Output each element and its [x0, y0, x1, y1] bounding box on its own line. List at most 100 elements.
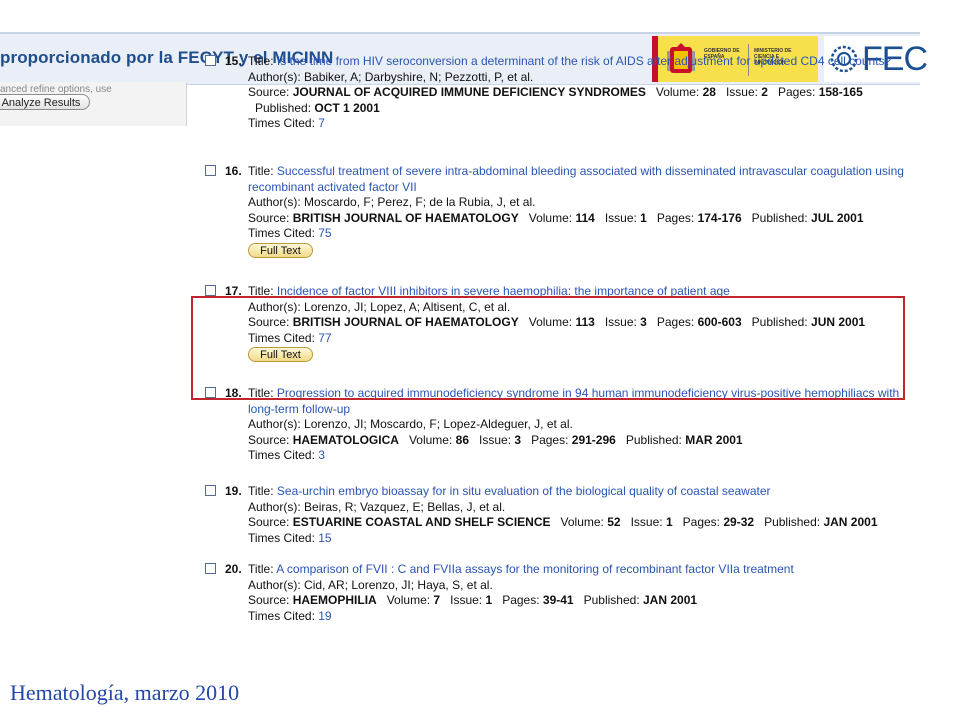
- full-text-button[interactable]: Full Text: [248, 242, 313, 258]
- record-published: MAR 2001: [685, 432, 743, 447]
- source-line: Source: JOURNAL OF ACQUIRED IMMUNE DEFIC…: [248, 85, 908, 101]
- record-authors: Babiker, A; Darbyshire, N; Pezzotti, P, …: [304, 69, 534, 84]
- record-journal: HAEMOPHILIA: [292, 593, 377, 607]
- title-line: Title: Successful treatment of severe in…: [248, 164, 908, 195]
- record-published: JUL 2001: [811, 210, 864, 225]
- record-pages: 174-176: [697, 210, 742, 225]
- refine-sidebar: anced refine options, use Analyze Result…: [0, 82, 187, 126]
- record-number: 16.: [225, 164, 242, 178]
- record-volume: 52: [607, 515, 621, 529]
- title-line: Title: Sea-urchin embryo bioassay for in…: [248, 484, 908, 500]
- title-line: Title: A comparison of FVII : C and FVII…: [248, 562, 908, 578]
- title-label: Title:: [248, 562, 274, 576]
- times-cited-link[interactable]: 3: [318, 448, 325, 462]
- analyze-results-button[interactable]: Analyze Results: [0, 94, 90, 110]
- times-cited-line: Times Cited: 19: [248, 609, 908, 625]
- record-issue: 2: [761, 85, 768, 99]
- source-line: Source: HAEMOPHILIA Volume: 7 Issue: 1 P…: [248, 593, 908, 609]
- times-cited-line: Times Cited: 7: [248, 116, 908, 132]
- record-published: OCT 1 2001: [314, 100, 380, 115]
- title-label: Title:: [248, 164, 274, 178]
- volume-label: Volume:: [655, 85, 700, 99]
- title-label: Title:: [248, 484, 274, 498]
- source-label: Source:: [248, 593, 290, 607]
- authors-label: Author(s):: [248, 577, 301, 592]
- source-line: Source: ESTUARINE COASTAL AND SHELF SCIE…: [248, 515, 908, 531]
- published-label: Published:: [764, 515, 821, 529]
- times-cited-label: Times Cited:: [248, 448, 315, 462]
- record-authors: Lorenzo, JI; Moscardo, F; Lopez-Aldeguer…: [304, 417, 573, 431]
- authors-label: Author(s):: [248, 499, 301, 514]
- record-authors: Beiras, R; Vazquez, E; Bellas, J, et al.: [304, 499, 506, 514]
- published-label: Published:: [625, 432, 682, 447]
- record-body: Title: Successful treatment of severe in…: [248, 164, 908, 258]
- record-issue: 1: [640, 210, 647, 225]
- authors-line: Author(s): Lorenzo, JI; Moscardo, F; Lop…: [248, 417, 908, 433]
- authors-line: Author(s): Beiras, R; Vazquez, E; Bellas…: [248, 500, 908, 516]
- select-record-checkbox[interactable]: [205, 285, 216, 296]
- issue-label: Issue:: [604, 210, 637, 225]
- pages-label: Pages:: [502, 593, 540, 607]
- record-journal: HAEMATOLOGICA: [292, 432, 399, 447]
- select-record-checkbox[interactable]: [205, 165, 216, 176]
- title-label: Title:: [248, 54, 274, 68]
- record-title-link[interactable]: Successful treatment of severe intra-abd…: [248, 164, 904, 194]
- select-record-checkbox[interactable]: [205, 55, 216, 66]
- record-volume: 7: [433, 593, 441, 607]
- record-volume: 86: [455, 432, 469, 447]
- times-cited-line: Times Cited: 3: [248, 448, 908, 464]
- record-pages: 291-296: [571, 432, 616, 447]
- source-label: Source:: [248, 432, 290, 447]
- times-cited-label: Times Cited:: [248, 530, 315, 545]
- published-line: Published: OCT 1 2001: [248, 101, 908, 117]
- slide-footer-caption: Hematología, marzo 2010: [10, 680, 240, 705]
- title-line: Title: Is the time from HIV seroconversi…: [248, 54, 908, 70]
- issue-label: Issue:: [479, 432, 512, 447]
- times-cited-label: Times Cited:: [248, 226, 315, 240]
- volume-label: Volume:: [528, 210, 573, 225]
- authors-line: Author(s): Babiker, A; Darbyshire, N; Pe…: [248, 70, 908, 86]
- authors-label: Author(s):: [248, 195, 301, 209]
- pages-label: Pages:: [682, 515, 721, 529]
- select-record-checkbox[interactable]: [205, 563, 216, 574]
- record-title-link[interactable]: Sea-urchin embryo bioassay for in situ e…: [277, 484, 771, 498]
- source-label: Source:: [248, 515, 290, 529]
- pages-label: Pages:: [778, 85, 816, 99]
- times-cited-label: Times Cited:: [248, 116, 315, 130]
- published-label: Published:: [751, 210, 808, 225]
- times-cited-link[interactable]: 15: [318, 531, 331, 545]
- record-volume: 28: [702, 85, 716, 99]
- source-label: Source:: [248, 210, 290, 225]
- record-authors: Moscardo, F; Perez, F; de la Rubia, J, e…: [304, 195, 536, 209]
- record-body: Title: Sea-urchin embryo bioassay for in…: [248, 484, 908, 546]
- volume-label: Volume:: [386, 593, 431, 607]
- record-body: Title: Is the time from HIV seroconversi…: [248, 54, 908, 132]
- published-label: Published:: [255, 100, 312, 115]
- record-journal: JOURNAL OF ACQUIRED IMMUNE DEFICIENCY SY…: [292, 85, 646, 99]
- select-record-checkbox[interactable]: [205, 485, 216, 496]
- source-label: Source:: [248, 85, 290, 99]
- record-issue: 1: [485, 593, 493, 607]
- record-journal: ESTUARINE COASTAL AND SHELF SCIENCE: [292, 515, 551, 529]
- authors-line: Author(s): Moscardo, F; Perez, F; de la …: [248, 195, 908, 211]
- record-issue: 3: [514, 432, 522, 447]
- pages-label: Pages:: [531, 432, 569, 447]
- times-cited-link[interactable]: 19: [318, 609, 331, 623]
- authors-label: Author(s):: [248, 417, 301, 431]
- record-number: 19.: [225, 484, 242, 498]
- times-cited-link[interactable]: 75: [318, 226, 331, 240]
- issue-label: Issue:: [725, 85, 758, 99]
- authors-line: Author(s): Cid, AR; Lorenzo, JI; Haya, S…: [248, 578, 908, 594]
- highlight-box: [191, 296, 905, 400]
- record-title-link[interactable]: A comparison of FVII : C and FVIIa assay…: [276, 562, 794, 576]
- record-issue: 1: [665, 515, 673, 529]
- record-authors: Cid, AR; Lorenzo, JI; Haya, S, et al.: [304, 577, 493, 592]
- pages-label: Pages:: [656, 210, 695, 225]
- record-body: Title: A comparison of FVII : C and FVII…: [248, 562, 908, 624]
- times-cited-link[interactable]: 7: [318, 116, 325, 130]
- record-title-link[interactable]: Is the time from HIV seroconversion a de…: [277, 54, 891, 68]
- record-published: JAN 2001: [823, 515, 878, 529]
- record-number: 15.: [225, 54, 242, 68]
- times-cited-line: Times Cited: 75: [248, 226, 908, 242]
- record-volume: 114: [575, 210, 595, 225]
